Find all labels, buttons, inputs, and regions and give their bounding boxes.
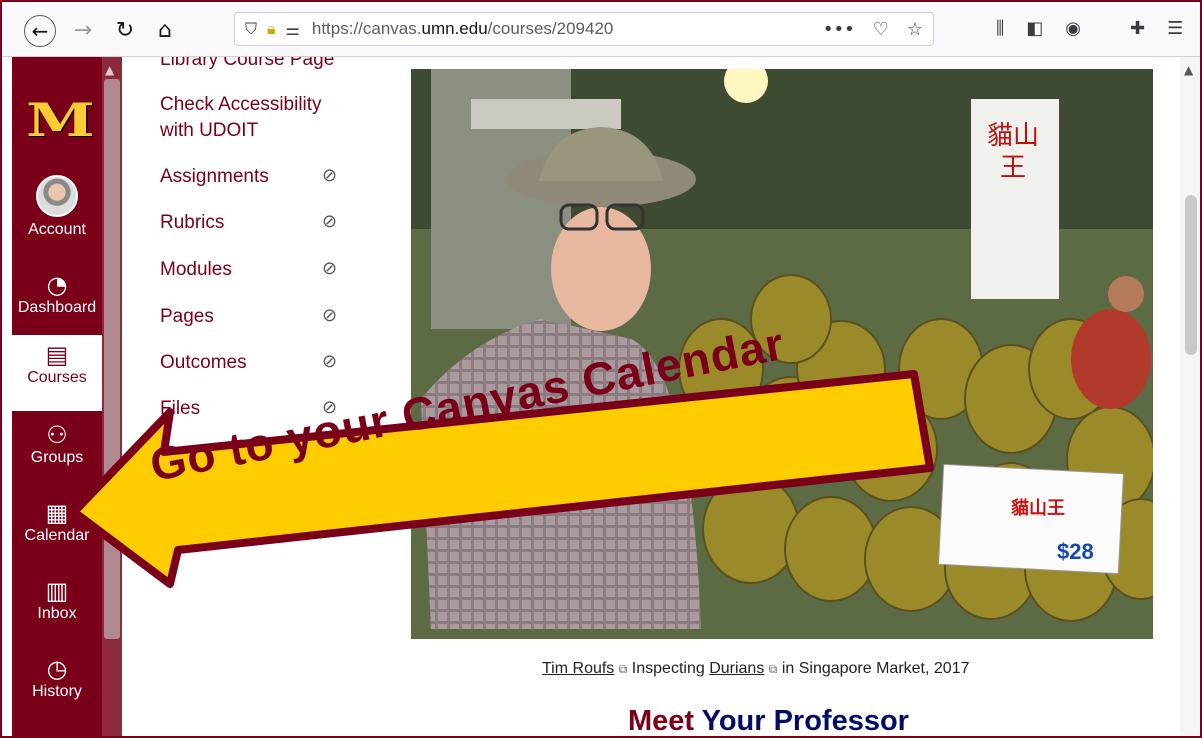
nav-groups[interactable]: ⚇ Groups bbox=[12, 421, 102, 467]
back-icon[interactable]: ← bbox=[24, 15, 56, 47]
url-prefix: https://canvas. bbox=[311, 19, 422, 38]
course-nav-rubrics[interactable]: Rubrics bbox=[160, 210, 224, 236]
avatar bbox=[36, 175, 78, 217]
hidden-eye-icon: ⊘ bbox=[322, 305, 338, 326]
course-nav-files[interactable]: Files bbox=[160, 396, 200, 422]
caption-link-tim-roufs[interactable]: Tim Roufs bbox=[542, 660, 614, 677]
course-nav-assignments[interactable]: Assignments bbox=[160, 164, 269, 190]
nav-history[interactable]: ◷ History bbox=[12, 655, 102, 701]
nav-inbox-label: Inbox bbox=[37, 605, 77, 622]
sidebar-icon[interactable]: ◧ bbox=[1026, 18, 1043, 39]
inbox-icon: ▥ bbox=[45, 577, 69, 605]
nav-inbox[interactable]: ▥ Inbox bbox=[12, 577, 102, 623]
nav-courses[interactable]: ▤ Courses bbox=[12, 335, 102, 411]
reload-icon[interactable]: ↻ bbox=[110, 15, 140, 45]
calendar-icon: ▦ bbox=[45, 499, 69, 527]
library-icon[interactable]: ⫼ bbox=[996, 18, 1004, 39]
section-heading: Meet Your Professor bbox=[628, 705, 909, 737]
page-scroll-thumb[interactable] bbox=[1185, 195, 1197, 355]
global-nav-scroll-thumb[interactable] bbox=[104, 79, 120, 639]
scroll-up-icon[interactable]: ▲ bbox=[1184, 63, 1193, 77]
url-domain: umn.edu bbox=[421, 19, 488, 38]
history-icon: ◷ bbox=[46, 655, 68, 683]
browser-toolbar: ← → ↻ ⌂ ⛉ 🔒︎ ⚌ https://canvas.umn.edu/co… bbox=[2, 2, 1200, 57]
hidden-eye-icon: ⊘ bbox=[322, 211, 338, 232]
heading-your-professor: Your Professor bbox=[701, 705, 909, 737]
nav-calendar[interactable]: ▦ Calendar bbox=[12, 499, 102, 545]
nav-courses-label: Courses bbox=[27, 369, 87, 386]
forward-icon[interactable]: → bbox=[68, 15, 98, 45]
url-text[interactable]: https://canvas.umn.edu/courses/209420 bbox=[312, 19, 614, 39]
external-link-icon: ⧉ bbox=[768, 662, 778, 676]
caption-text-mid: Inspecting bbox=[631, 660, 705, 677]
course-nav-outcomes[interactable]: Outcomes bbox=[160, 350, 247, 376]
page-actions-icon[interactable]: ••• bbox=[823, 19, 855, 40]
umn-logo[interactable]: M bbox=[26, 97, 95, 143]
menu-icon[interactable]: ☰ bbox=[1167, 18, 1183, 39]
pocket-icon[interactable]: ♡ bbox=[873, 19, 889, 40]
photo-price-sign-text: 貓山王 bbox=[1011, 498, 1065, 518]
course-nav-udoit[interactable]: Check Accessibility with UDOIT bbox=[160, 92, 360, 144]
hidden-eye-icon: ⊘ bbox=[322, 165, 338, 186]
hidden-eye-icon: ⊘ bbox=[322, 258, 338, 279]
lock-warning-icon[interactable]: 🔒︎ bbox=[267, 19, 276, 39]
groups-icon: ⚇ bbox=[46, 421, 68, 449]
caption-link-durians[interactable]: Durians bbox=[709, 660, 764, 677]
bookmark-star-icon[interactable]: ☆ bbox=[907, 19, 923, 40]
nav-account[interactable]: Account bbox=[12, 175, 102, 239]
nav-calendar-label: Calendar bbox=[24, 527, 90, 544]
page-scrollbar[interactable]: ▲ bbox=[1180, 57, 1200, 736]
nav-history-label: History bbox=[32, 683, 82, 700]
heading-meet: Meet bbox=[628, 705, 695, 737]
global-nav: ▲ M Account ◔ Dashboard ▤ Courses ⚇ Grou… bbox=[12, 57, 122, 736]
permissions-icon[interactable]: ⚌ bbox=[286, 20, 300, 39]
hidden-eye-icon: ⊘ bbox=[322, 351, 338, 372]
photo-caption: Tim Roufs ⧉ Inspecting Durians ⧉ in Sing… bbox=[542, 660, 969, 678]
scroll-up-icon[interactable]: ▲ bbox=[105, 63, 114, 77]
courses-icon: ▤ bbox=[45, 341, 69, 369]
address-bar[interactable]: ⛉ 🔒︎ ⚌ https://canvas.umn.edu/courses/20… bbox=[234, 12, 934, 46]
caption-text-end: in Singapore Market, 2017 bbox=[781, 660, 970, 677]
nav-dashboard[interactable]: ◔ Dashboard bbox=[12, 271, 102, 317]
home-icon[interactable]: ⌂ bbox=[150, 15, 180, 45]
url-path: /courses/209420 bbox=[487, 19, 614, 38]
nav-account-label: Account bbox=[28, 221, 86, 238]
course-nav-pages[interactable]: Pages bbox=[160, 304, 214, 330]
photo-sign-text: 貓山王 bbox=[986, 120, 1039, 182]
external-link-icon: ⧉ bbox=[618, 662, 628, 676]
nav-groups-label: Groups bbox=[30, 449, 84, 466]
extensions-icon[interactable]: ✚ bbox=[1130, 18, 1145, 39]
dashboard-icon: ◔ bbox=[46, 271, 68, 299]
photo-price-text: $28 bbox=[1057, 539, 1094, 564]
course-nav-modules[interactable]: Modules bbox=[160, 257, 232, 283]
shield-icon[interactable]: ⛉ bbox=[245, 19, 257, 39]
account-icon[interactable]: ◉ bbox=[1065, 18, 1081, 39]
nav-dashboard-label: Dashboard bbox=[17, 299, 97, 316]
screenshot-frame: ← → ↻ ⌂ ⛉ 🔒︎ ⚌ https://canvas.umn.edu/co… bbox=[0, 0, 1202, 738]
